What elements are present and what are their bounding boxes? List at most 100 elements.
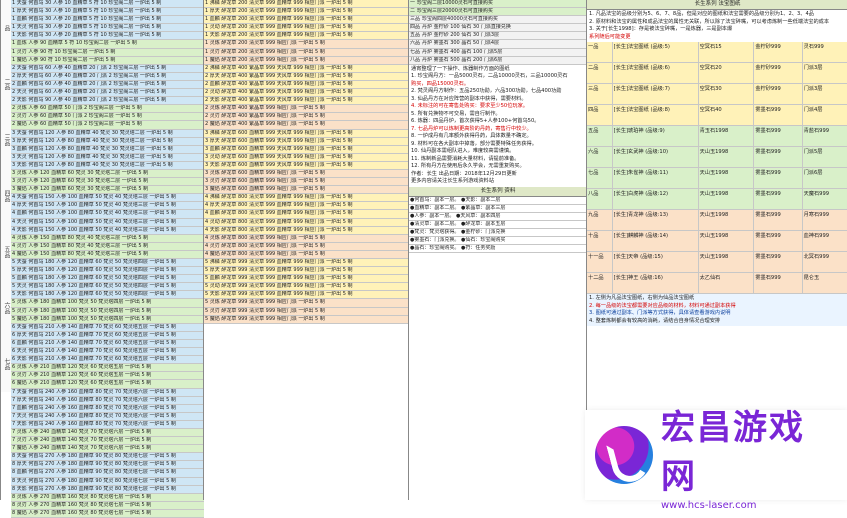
sheet4-cell: 天山玉1998	[699, 168, 755, 188]
sheet4-cell: 雾墨石999	[754, 147, 803, 167]
sheet3-header-row: 五品 丹炉 金柠砂 200 仙石 30 门派3层	[409, 32, 587, 41]
sheet-danfang-part1: 品 二品 三品 四品 五品 六品 七品 1 天蚕 何首乌 30 人参 10 血精…	[0, 0, 204, 518]
sheet4-footer-line: 1. 左侧为凡品法宝图纸，右侧为仙品法宝图纸	[589, 295, 695, 301]
sheet1-row-text: 2 血麟 何首乌 60 人参 40 血精草 20 门派 2 珍宝阁三层 一炉出 …	[12, 80, 167, 87]
sheet4-row: 五品 [长生]琥珀神 (品级:9) 青玉石1998 雾墨石999 青盐石999	[587, 126, 847, 147]
sheet3-header-key: 四品	[410, 24, 421, 31]
sheet3-note-line: 1. 珍宝阁丹方：一品5000灵石，二品10000灵石，三品10000灵石	[411, 73, 568, 80]
sheet1-row-text: 8 厚天 何首乌 270 人参 180 血精草 90 梵灵 80 梵灵塔七层 一…	[12, 461, 176, 468]
sheet1-row-text: 3 厚天 何首乌 120 人参 80 血精草 40 梵灵 30 梵灵塔二层 一炉…	[12, 137, 173, 144]
sheet1-row: 2 厚天 何首乌 60 人参 40 血精草 20 门派 2 珍宝阁三层 一炉出 …	[11, 72, 204, 81]
sheet3-header-key: 七品	[410, 48, 421, 55]
sheet1-row-text: 6 天灵 何首乌 210 人参 140 血精草 70 梵灵 60 梵灵塔五层 一…	[12, 348, 176, 355]
sheet1-row-text: 7 厚天 何首乌 240 人参 160 血精草 80 梵灵 70 梵灵塔六层 一…	[12, 396, 176, 403]
sheet4-cell: 十一品	[587, 252, 613, 272]
sheet1-row-text: 2 厚天 何首乌 60 人参 40 血精草 20 门派 2 珍宝阁三层 一炉出 …	[12, 72, 167, 79]
sheet4-cell: 空冥石20	[699, 63, 755, 83]
sheet3-header-key: 八品	[410, 56, 421, 63]
sheet2-row: 5 魔焰 醉龙草 999 清灵草 999 相应门派 一炉出 5 制	[204, 315, 409, 324]
sheet4-cell: 雾墨石999	[754, 189, 803, 209]
sheet2-row-text: 4 灵炼 醉龙草 800 清灵草 999 相应门派 一炉出 5 制	[205, 234, 325, 241]
sheet1-row: 8 血麟 何首乌 270 人参 180 血精草 90 梵灵 80 梵灵塔七层 一…	[11, 469, 204, 478]
sheet1-row: 8 天影 何首乌 270 人参 180 血精草 90 梵灵 80 梵灵塔七层 一…	[11, 485, 204, 494]
sheet2-row-text: 4 沸鳞 醉龙草 800 清灵草 999 血精草 999 相应门派 一炉出 5 …	[205, 194, 353, 201]
sheet2-row: 3 血麟 醉龙草 600 血精草 999 天风草 999 相应门派 一炉出 5 …	[204, 145, 409, 154]
sheet2-row-text: 1 灵炼 醉龙草 200 清灵草 999 相应门派 一炉出 5 制	[205, 40, 325, 47]
sheet1-row-text: 7 魔焰 人参 240 血精草 140 梵灵 70 梵灵塔六层 一炉出 5 制	[12, 445, 152, 452]
sheet1-row: 3 天蚕 何首乌 120 人参 80 血精草 40 梵灵 30 梵灵塔二层 一炉…	[11, 129, 204, 138]
sheet1-row: 7 灵炼 人参 240 血精草 140 梵灵 70 梵灵塔六层 一炉出 5 制	[11, 428, 204, 438]
sheet4-cell: 月寒石999	[803, 210, 847, 230]
sheet2-row: 2 血麟 醉龙草 400 紫晶草 999 天风草 999 相应门派 一炉出 5 …	[204, 80, 409, 90]
sheet3-header-row: 六品 丹炉 雾墨石 300 晶石 50 门派4层	[409, 40, 587, 49]
sheet2-row-text: 2 厚天 醉龙草 400 紫晶草 999 天风草 999 相应门派 一炉出 5 …	[205, 72, 353, 79]
sheet4-cell: 门派4层	[803, 105, 847, 125]
sheet3-bottom-row-text: ●梵灵：梵灵塔获得。 ●金柠砂：门派兑换	[410, 229, 506, 236]
sheet1-row-text: 2 魔焰 人参 60 血精草 50 门派 2 珍宝阁三层 一炉出 5 制	[12, 121, 142, 128]
sheet1-row: 4 天灵 何首乌 150 人参 100 血精草 50 梵灵 40 梵灵塔三层 一…	[11, 218, 204, 227]
sheet2-row-text: 4 魔焰 醉龙草 800 清灵草 999 相应门派 一炉出 5 制	[205, 250, 325, 257]
sheet4-intro-line: 系列随后可能变更	[589, 33, 631, 40]
sheet4-cell: 八品	[587, 189, 613, 209]
sheet1-row-text: 7 天灵 何首乌 240 人参 160 血精草 80 梵灵 70 梵灵塔六层 一…	[12, 412, 176, 419]
sheet1-row: 6 灵炼 人参 210 血精草 120 梵灵 60 梵灵塔五层 一炉出 5 制	[11, 364, 204, 373]
sheet2-row: 5 天影 醉龙草 999 清灵草 999 血精草 999 相应门派 一炉出 5 …	[204, 291, 409, 300]
sheet4-cell: 北冥石999	[803, 252, 847, 272]
sheet1-row: 2 灵刃 人参 60 血精草 50 门派 2 珍宝阁三层 一炉出 5 制	[11, 113, 204, 122]
sheet2-row-text: 3 血麟 醉龙草 600 血精草 999 天风草 999 相应门派 一炉出 5 …	[205, 145, 353, 152]
sheet1-row: 7 天影 何首乌 240 人参 160 血精草 80 梵灵 70 梵灵塔六层 一…	[11, 420, 204, 429]
sheet3-bottom-title: 长生系列 资料	[409, 186, 587, 197]
sheet1-row: 4 灵刃 人参 150 血精草 80 梵灵 40 梵灵塔三层 一炉出 5 制	[11, 242, 204, 251]
sheet1-row: 3 厚天 何首乌 120 人参 80 血精草 40 梵灵 30 梵灵塔二层 一炉…	[11, 137, 204, 146]
sheet3-header-value: 丹炉 金柠砂 200 仙石 30 门派3层	[422, 32, 500, 39]
sheet1-row: 8 灵炼 人参 270 血精草 160 梵灵 80 梵灵塔七层 一炉出 5 制	[11, 493, 204, 502]
sheet2-row-text: 5 血麟 醉龙草 999 清灵草 999 血精草 999 相应门派 一炉出 5 …	[205, 275, 353, 282]
sheet4-cell: 雾墨石999	[754, 231, 803, 251]
sheet3-header-row: 四品 丹炉 金柠砂 100 仙石 30 门派直接兑换	[409, 24, 587, 33]
sheet1-row-text: 6 天影 何首乌 210 人参 140 血精草 70 梵灵 60 梵灵塔五层 一…	[12, 356, 176, 363]
sheet4-table: 一品 [长生]法宝图纸 (品级:5) 空冥石15 金柠砂999 灵石999 二品 [长生]法…	[587, 42, 847, 294]
sheet2-row-text: 5 天影 醉龙草 999 清灵草 999 血精草 999 相应门派 一炉出 5 …	[205, 291, 353, 298]
sheet1-row-text: 3 天灵 何首乌 120 人参 80 血精草 40 梵灵 30 梵灵塔二层 一炉…	[12, 153, 173, 160]
sheet1-row: 4 天蚕 何首乌 150 人参 100 血精草 50 梵灵 40 梵灵塔三层 一…	[11, 194, 204, 203]
sheet1-row: 3 天灵 何首乌 120 人参 80 血精草 40 梵灵 30 梵灵塔二层 一炉…	[11, 153, 204, 162]
sheet2-row-text: 1 灵动 醉龙草 200 清灵草 999 血精草 999 相应门派 一炉出 5 …	[205, 24, 353, 31]
sheet2-row-text: 2 天影 醉龙草 400 紫晶草 999 天风草 999 相应门派 一炉出 5 …	[205, 97, 353, 104]
sheet4-cell: 血神石999	[803, 231, 847, 251]
sheet2-row: 2 灵刃 醉龙草 400 紫晶草 999 相应门派 一炉出 5 制	[204, 113, 409, 122]
sheet1-row-text: 2 天蚕 何首乌 60 人参 40 血精草 20 门派 2 珍宝阁三层 一炉出 …	[12, 64, 167, 71]
sheet4-cell: 金柠砂999	[754, 84, 803, 104]
sheet1-row-text: 7 灵刃 人参 240 血精草 140 梵灵 70 梵灵塔六层 一炉出 5 制	[12, 437, 152, 444]
sheet4-cell: 七品	[587, 168, 613, 188]
sheet1-row-text: 8 血麟 何首乌 270 人参 180 血精草 90 梵灵 80 梵灵塔七层 一…	[12, 469, 176, 476]
sheet4-row: 十品 [长生]麒麟神 (品级:14) 天山玉1998 雾墨石999 血神石999	[587, 231, 847, 252]
sheet2-row: 4 血麟 醉龙草 800 清灵草 999 血精草 999 相应门派 一炉出 5 …	[204, 210, 409, 219]
sheet2-row: 5 灵刃 醉龙草 999 清灵草 999 相应门派 一炉出 5 制	[204, 307, 409, 316]
sheet1-row: 3 天影 何首乌 120 人参 80 血精草 40 梵灵 30 梵灵塔二层 一炉…	[11, 161, 204, 170]
sheet2-row-text: 3 灵炼 醉龙草 600 血精草 999 相应门派 一炉出 5 制	[205, 169, 325, 176]
sheet4-cell: 天山玉1998	[699, 210, 755, 230]
sheet2-row-text: 5 灵动 醉龙草 999 清灵草 999 血精草 999 相应门派 一炉出 5 …	[205, 283, 353, 290]
sheet3-bottom-row-text: ●清灵草：副本二层。 ●醉龙草：副本五层	[410, 221, 506, 228]
sheet1-row-text: 1 血麟 何首乌 30 人参 20 血精草 5 符 10 珍宝阁二层 一炉出 5…	[12, 16, 162, 23]
sheet2-row-text: 5 灵炼 醉龙草 999 清灵草 999 相应门派 一炉出 5 制	[205, 299, 325, 306]
sheet1-row-text: 4 魔焰 人参 150 血精草 80 梵灵 40 梵灵塔三层 一炉出 5 制	[12, 250, 149, 257]
sheet2-row: 3 魔焰 醉龙草 600 血精草 999 相应门派 一炉出 5 制	[204, 186, 409, 195]
sheet2-row: 3 天影 醉龙草 600 血精草 999 天风草 999 相应门派 一炉出 5 …	[204, 161, 409, 170]
sheet1-row: 1 血麟 何首乌 30 人参 20 血精草 5 符 10 珍宝阁二层 一炉出 5…	[11, 16, 204, 25]
sheet1-row: 2 灵炼 人参 60 血精草 50 门派 2 珍宝阁三层 一炉出 5 制	[11, 105, 204, 114]
sheet1-row: 4 厚天 何首乌 150 人参 100 血精草 50 梵灵 40 梵灵塔三层 一…	[11, 202, 204, 211]
sheet1-row-text: 6 厚天 何首乌 210 人参 140 血精草 70 梵灵 60 梵灵塔五层 一…	[12, 331, 176, 338]
sheet1-row: 1 魔焰 人参 90 符 10 珍宝阁二层 一炉出 5 制	[11, 56, 204, 65]
sheet2-row-text: 3 天影 醉龙草 600 血精草 999 天风草 999 相应门派 一炉出 5 …	[205, 161, 353, 168]
sheet2-row: 1 灵刃 醉龙草 200 清灵草 999 相应门派 一炉出 5 制	[204, 48, 409, 57]
sheet1-row: 3 血麟 何首乌 120 人参 80 血精草 40 梵灵 30 梵灵塔二层 一炉…	[11, 145, 204, 154]
sheet4-cell: 三品	[587, 84, 613, 104]
sheet1-row-text: 3 天影 何首乌 120 人参 80 血精草 40 梵灵 30 梵灵塔二层 一炉…	[12, 161, 173, 168]
sheet2-row: 4 灵动 醉龙草 800 清灵草 999 血精草 999 相应门派 一炉出 5 …	[204, 218, 409, 227]
watermark-url: www.hcs-laser.com	[661, 499, 757, 511]
sheet4-cell: 六品	[587, 147, 613, 167]
sheet1-row-text: 4 天蚕 何首乌 150 人参 100 血精草 50 梵灵 40 梵灵塔三层 一…	[12, 194, 176, 201]
watermark-logo: 宏昌游戏网 www.hcs-laser.com	[585, 408, 847, 511]
sheet2-row: 2 魔焰 醉龙草 400 紫晶草 999 相应门派 一炉出 5 制	[204, 121, 409, 130]
